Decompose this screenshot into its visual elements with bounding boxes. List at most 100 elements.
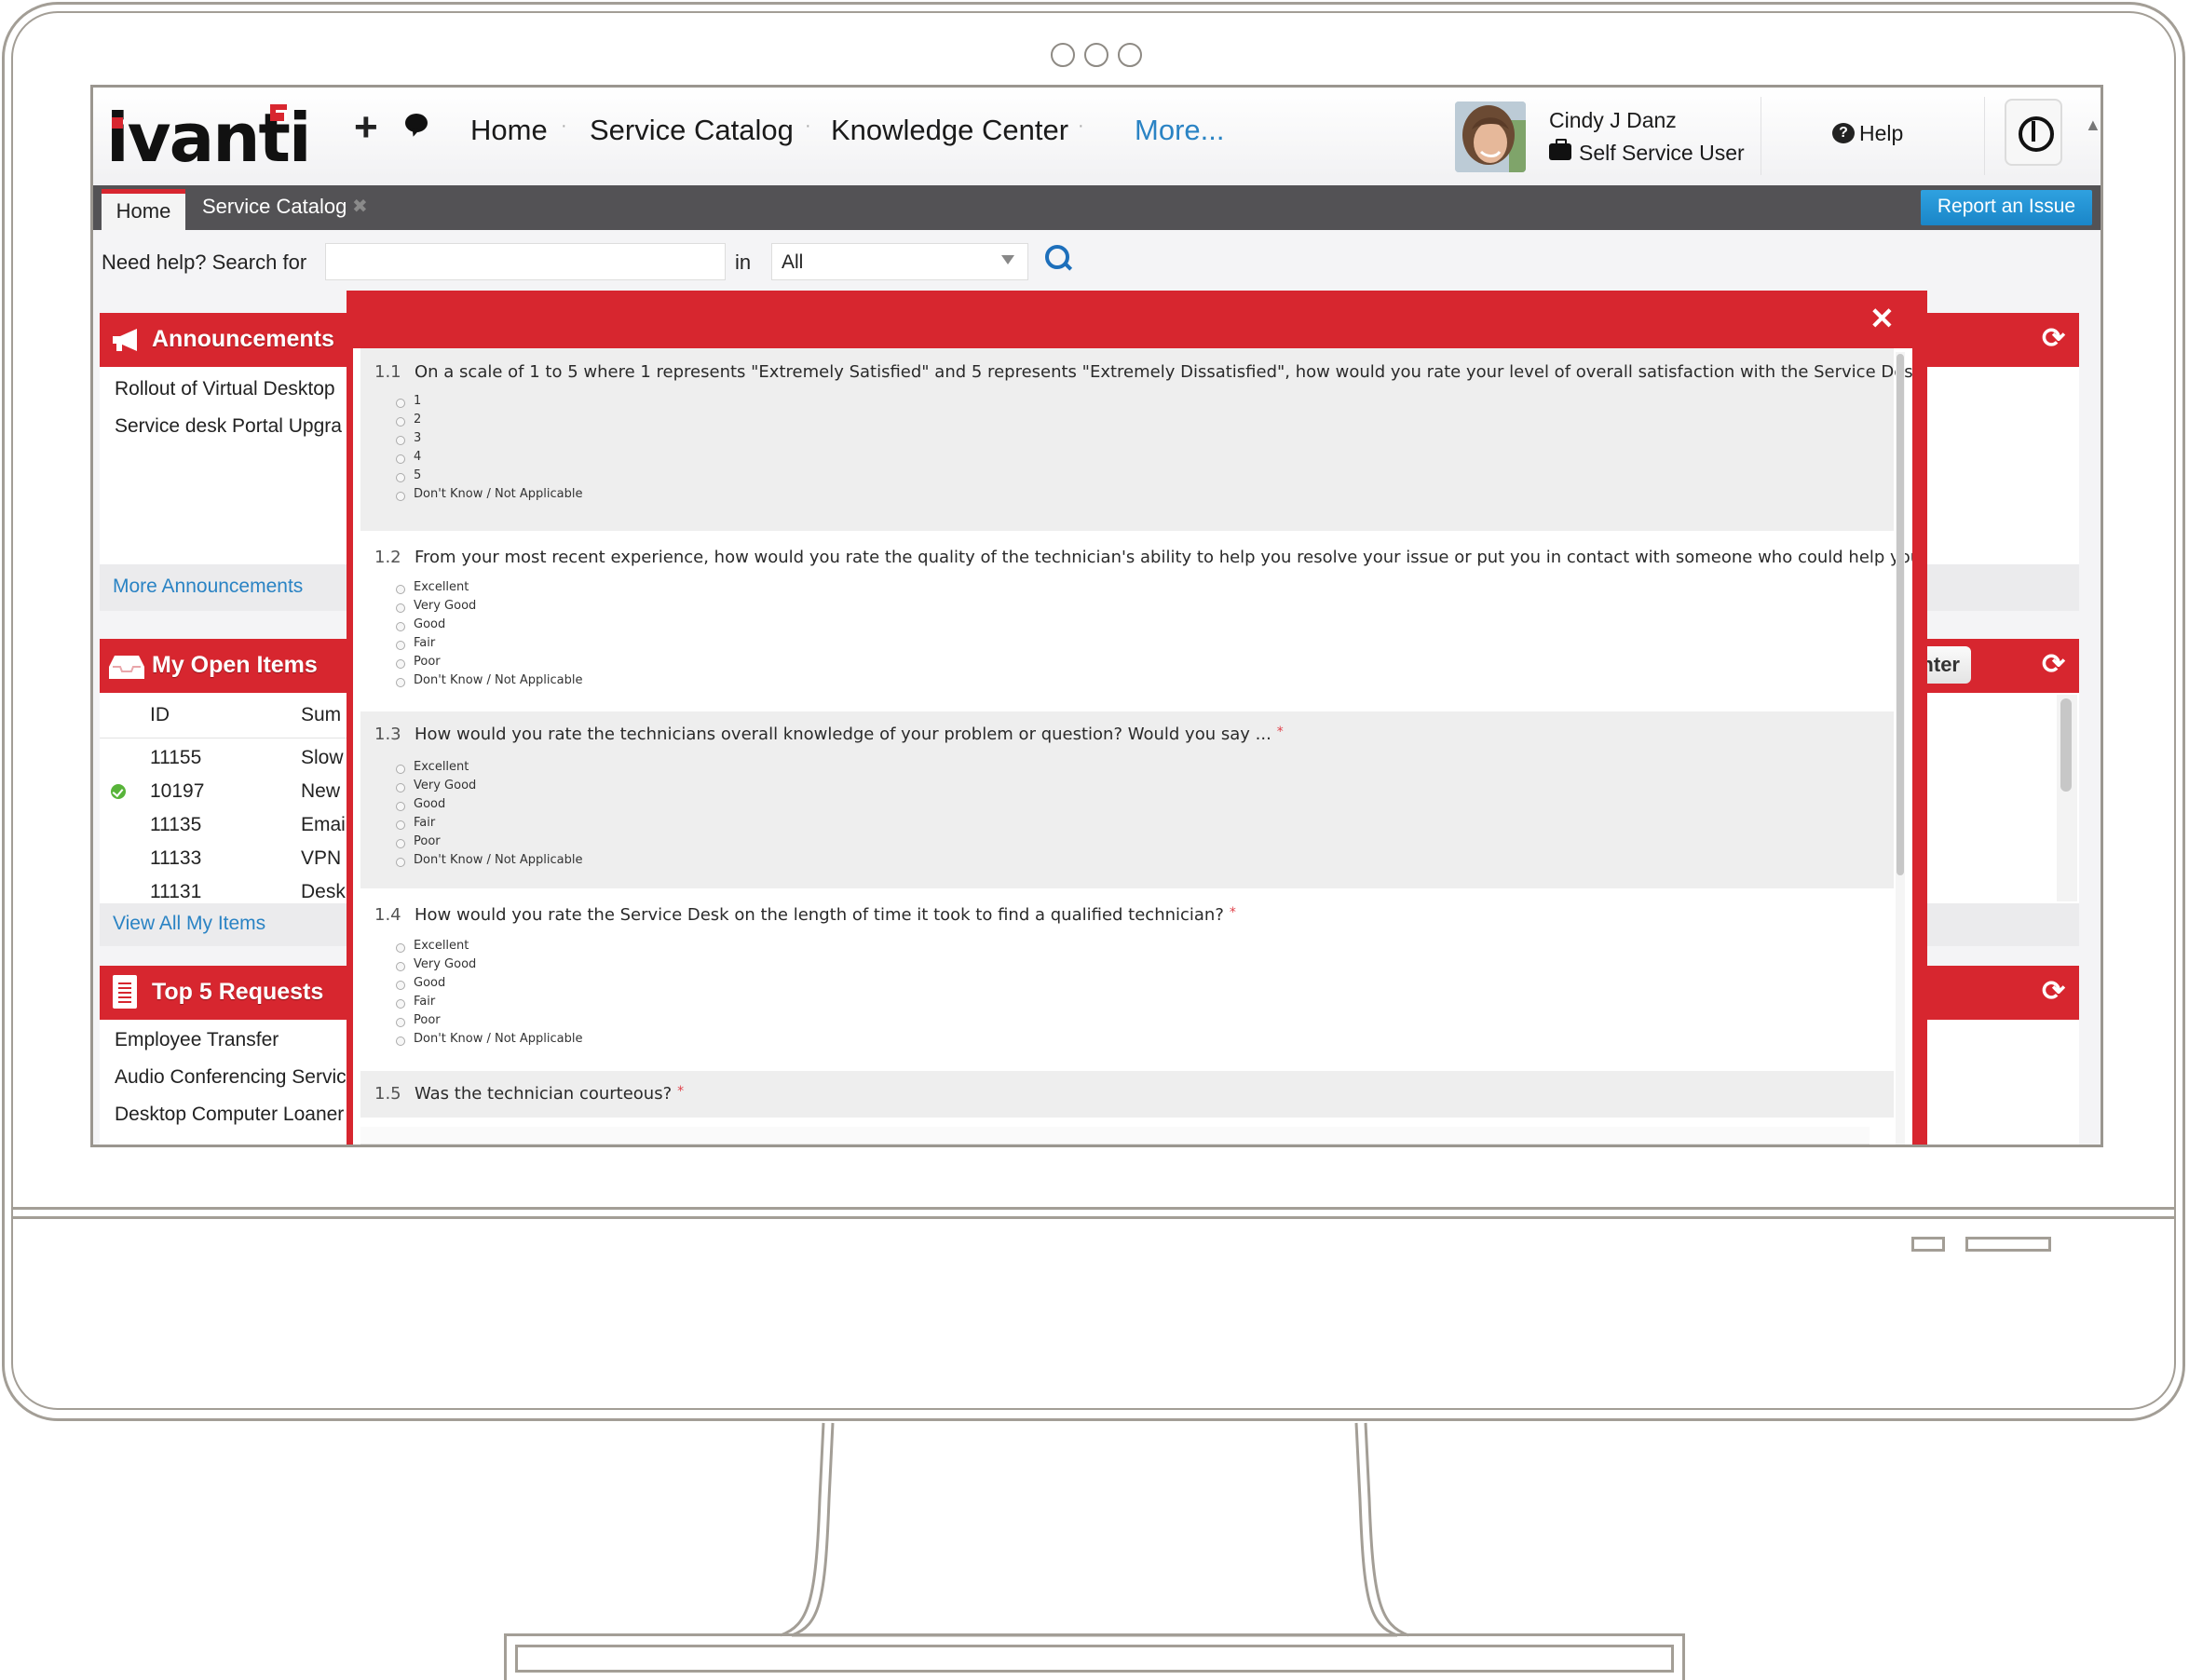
request-item[interactable]: Audio Conferencing Servic (115, 1066, 347, 1089)
radio-button[interactable] (396, 981, 405, 990)
user-avatar[interactable] (1455, 102, 1526, 172)
monitor-chin-divider (11, 1207, 2176, 1210)
radio-button[interactable] (396, 783, 405, 793)
radio-button[interactable] (396, 839, 405, 848)
radio-button[interactable] (396, 659, 405, 669)
nav-knowledge-center[interactable]: Knowledge Center (831, 114, 1068, 147)
radio-button[interactable] (396, 765, 405, 774)
announcements-list: Rollout of Virtual Desktop Service desk … (100, 367, 353, 564)
search-icon[interactable] (1045, 245, 1069, 269)
monitor-stand-neck (780, 1422, 1409, 1637)
tab-service-catalog[interactable]: Service Catalog (202, 195, 347, 219)
monitor-chin-divider (11, 1216, 2176, 1219)
radio-button[interactable] (396, 820, 405, 830)
option-label: Poor (414, 1013, 441, 1027)
ivanti-logo[interactable]: ivanti (106, 99, 312, 179)
more-announcements-link[interactable]: More Announcements (113, 576, 303, 598)
help-link[interactable]: Help (1859, 121, 1903, 146)
collapse-header-arrow-icon[interactable]: ▲ (2085, 115, 2101, 135)
option-label: Don't Know / Not Applicable (414, 673, 583, 687)
radio-button[interactable] (396, 1036, 405, 1046)
radio-button[interactable] (396, 622, 405, 631)
user-name[interactable]: Cindy J Danz (1549, 108, 1677, 133)
tab-close-icon[interactable]: ✖ (352, 195, 368, 218)
power-icon-bar (2032, 121, 2035, 142)
request-item[interactable]: Employee Transfer (115, 1029, 279, 1051)
survey-question: 1.4 How would you rate the Service Desk … (360, 888, 1894, 1071)
option-label: Excellent (414, 760, 469, 774)
radio-button[interactable] (396, 1018, 405, 1027)
radio-button[interactable] (396, 641, 405, 650)
announcement-item[interactable]: Service desk Portal Upgra (115, 415, 342, 438)
user-role[interactable]: Self Service User (1579, 141, 1745, 166)
radio-button[interactable] (396, 399, 405, 408)
nav-more[interactable]: More... (1135, 114, 1224, 147)
option-label: Poor (414, 834, 441, 848)
announcements-widget: Announcements Rollout of Virtual Desktop… (100, 313, 353, 620)
power-icon (2019, 116, 2054, 152)
check-circle-icon (111, 784, 126, 799)
chat-bubble-icon[interactable] (405, 114, 428, 132)
open-items-header: My Open Items (100, 639, 353, 693)
option-label: Poor (414, 655, 441, 669)
radio-button[interactable] (396, 943, 405, 953)
radio-button[interactable] (396, 962, 405, 971)
radio-button[interactable] (396, 473, 405, 482)
radio-button[interactable] (396, 436, 405, 445)
table-row[interactable]: 10197 New (100, 775, 353, 808)
radio-button[interactable] (396, 603, 405, 613)
table-row[interactable]: 11155 Slow (100, 741, 353, 775)
option-label: Fair (414, 995, 436, 1009)
radio-button[interactable] (396, 678, 405, 687)
chevron-down-icon (1001, 255, 1014, 264)
table-row[interactable]: 11133 VPN (100, 842, 353, 875)
tab-home[interactable]: Home (102, 189, 185, 230)
open-items-footer: View All My Items (100, 903, 353, 946)
close-icon[interactable]: ✕ (1869, 301, 1895, 336)
refresh-icon[interactable]: ⟳ (2042, 648, 2065, 681)
nav-home[interactable]: Home (470, 114, 548, 147)
question-text-content: How would you rate the Service Desk on t… (415, 905, 1224, 925)
item-id: 10197 (150, 780, 205, 802)
question-number: 1.3 (374, 725, 401, 744)
knowledge-scrollbar-thumb[interactable] (2060, 698, 2072, 792)
logout-button[interactable] (2005, 99, 2062, 166)
survey-question: 1.3 How would you rate the technicians o… (360, 711, 1894, 888)
option-label: Good (414, 976, 446, 990)
radio-button[interactable] (396, 858, 405, 867)
announcement-item[interactable]: Rollout of Virtual Desktop (115, 378, 335, 400)
radio-button[interactable] (396, 492, 405, 501)
nav-service-catalog[interactable]: Service Catalog (590, 114, 794, 147)
item-id: 11133 (150, 847, 202, 869)
radio-button[interactable] (396, 999, 405, 1009)
column-header-summary[interactable]: Sum (301, 704, 341, 726)
table-row[interactable]: 11131 Desk (100, 875, 353, 903)
column-header-id[interactable]: ID (150, 704, 170, 726)
help-icon[interactable]: ? (1832, 123, 1855, 143)
request-item[interactable]: Desktop Computer Loaner (115, 1104, 344, 1126)
radio-button[interactable] (396, 454, 405, 464)
header-divider (1984, 97, 1985, 175)
option-label: 1 (414, 394, 422, 408)
search-label: Need help? Search for (102, 251, 307, 274)
announcements-title: Announcements (152, 326, 334, 352)
radio-button[interactable] (396, 585, 405, 594)
plus-icon[interactable]: + (354, 104, 378, 151)
avatar-photo (1455, 102, 1526, 172)
view-all-items-link[interactable]: View All My Items (113, 913, 265, 935)
survey-scrollbar-thumb[interactable] (1897, 354, 1904, 875)
camera-dot-icon (1118, 43, 1142, 67)
item-id: 11135 (150, 814, 202, 835)
table-row[interactable]: 11135 Emai (100, 808, 353, 842)
question-number: 1.1 (374, 362, 401, 382)
radio-button[interactable] (396, 417, 405, 427)
option-label: 5 (414, 468, 422, 482)
refresh-icon[interactable]: ⟳ (2042, 322, 2065, 355)
search-input[interactable] (325, 243, 726, 280)
nav-separator: · (561, 115, 567, 136)
radio-button[interactable] (396, 802, 405, 811)
refresh-icon[interactable]: ⟳ (2042, 975, 2065, 1008)
megaphone-icon (113, 329, 137, 351)
search-scope-select[interactable]: All (771, 243, 1028, 280)
report-issue-button[interactable]: Report an Issue (1921, 190, 2092, 225)
